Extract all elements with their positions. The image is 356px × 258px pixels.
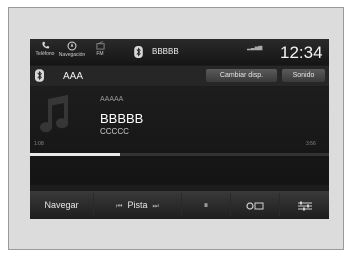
next-track-icon[interactable]: ⏭ <box>153 203 159 210</box>
audio-screen: Teléfono Navegación FM BBBBB ▂▃▅▆ 12:34 <box>30 39 329 219</box>
signal-strength-icon: ▂▃▅▆ <box>247 45 263 51</box>
bluetooth-icon <box>134 46 143 58</box>
phone-label: Teléfono <box>35 51 55 57</box>
total-time: 3:56 <box>306 141 316 147</box>
track-title: BBBBB <box>100 111 144 126</box>
bluetooth-audio-icon <box>35 69 44 82</box>
elapsed-time: 1:08 <box>34 141 44 147</box>
settings-button[interactable] <box>280 193 329 217</box>
bottom-control-bar: Navegar ⏮ Pista ⏭ ⏸ <box>30 191 329 219</box>
track-controls: ⏮ Pista ⏭ <box>94 193 182 217</box>
track-label: Pista <box>127 200 148 210</box>
pause-icon: ⏸ <box>203 200 209 210</box>
phone-shortcut[interactable]: Teléfono <box>34 41 56 57</box>
sound-button[interactable]: Sonido <box>282 69 325 82</box>
status-bar: Teléfono Navegación FM BBBBB ▂▃▅▆ 12:34 <box>30 39 329 65</box>
navigation-label: Navegación <box>58 52 86 58</box>
music-note-icon <box>40 95 69 133</box>
progress-fill <box>30 153 120 156</box>
compass-icon <box>67 41 77 51</box>
phone-icon <box>41 41 49 49</box>
radio-shortcut[interactable]: FM <box>92 41 108 57</box>
source-select-button[interactable] <box>231 193 280 217</box>
source-header: AAA Cambiar disp. Sonido <box>30 66 329 86</box>
album-name: CCCCC <box>100 127 129 136</box>
connected-device-name: BBBBB <box>152 47 179 56</box>
progress-bar <box>30 153 329 156</box>
navigate-button[interactable]: Navegar <box>30 193 94 217</box>
pause-button[interactable]: ⏸ <box>182 193 231 217</box>
artist-name: AAAAA <box>100 96 124 103</box>
radio-icon <box>95 41 105 50</box>
change-device-button[interactable]: Cambiar disp. <box>206 69 277 82</box>
now-playing-panel: AAAAA BBBBB CCCCC 1:08 3:56 <box>30 87 329 185</box>
source-icon <box>246 202 264 210</box>
navigation-shortcut[interactable]: Navegación <box>56 41 88 58</box>
previous-track-icon[interactable]: ⏮ <box>116 203 122 210</box>
radio-label: FM <box>96 51 104 57</box>
equalizer-icon <box>297 201 312 211</box>
clock: 12:34 <box>280 43 323 62</box>
source-title: AAA <box>63 71 84 82</box>
